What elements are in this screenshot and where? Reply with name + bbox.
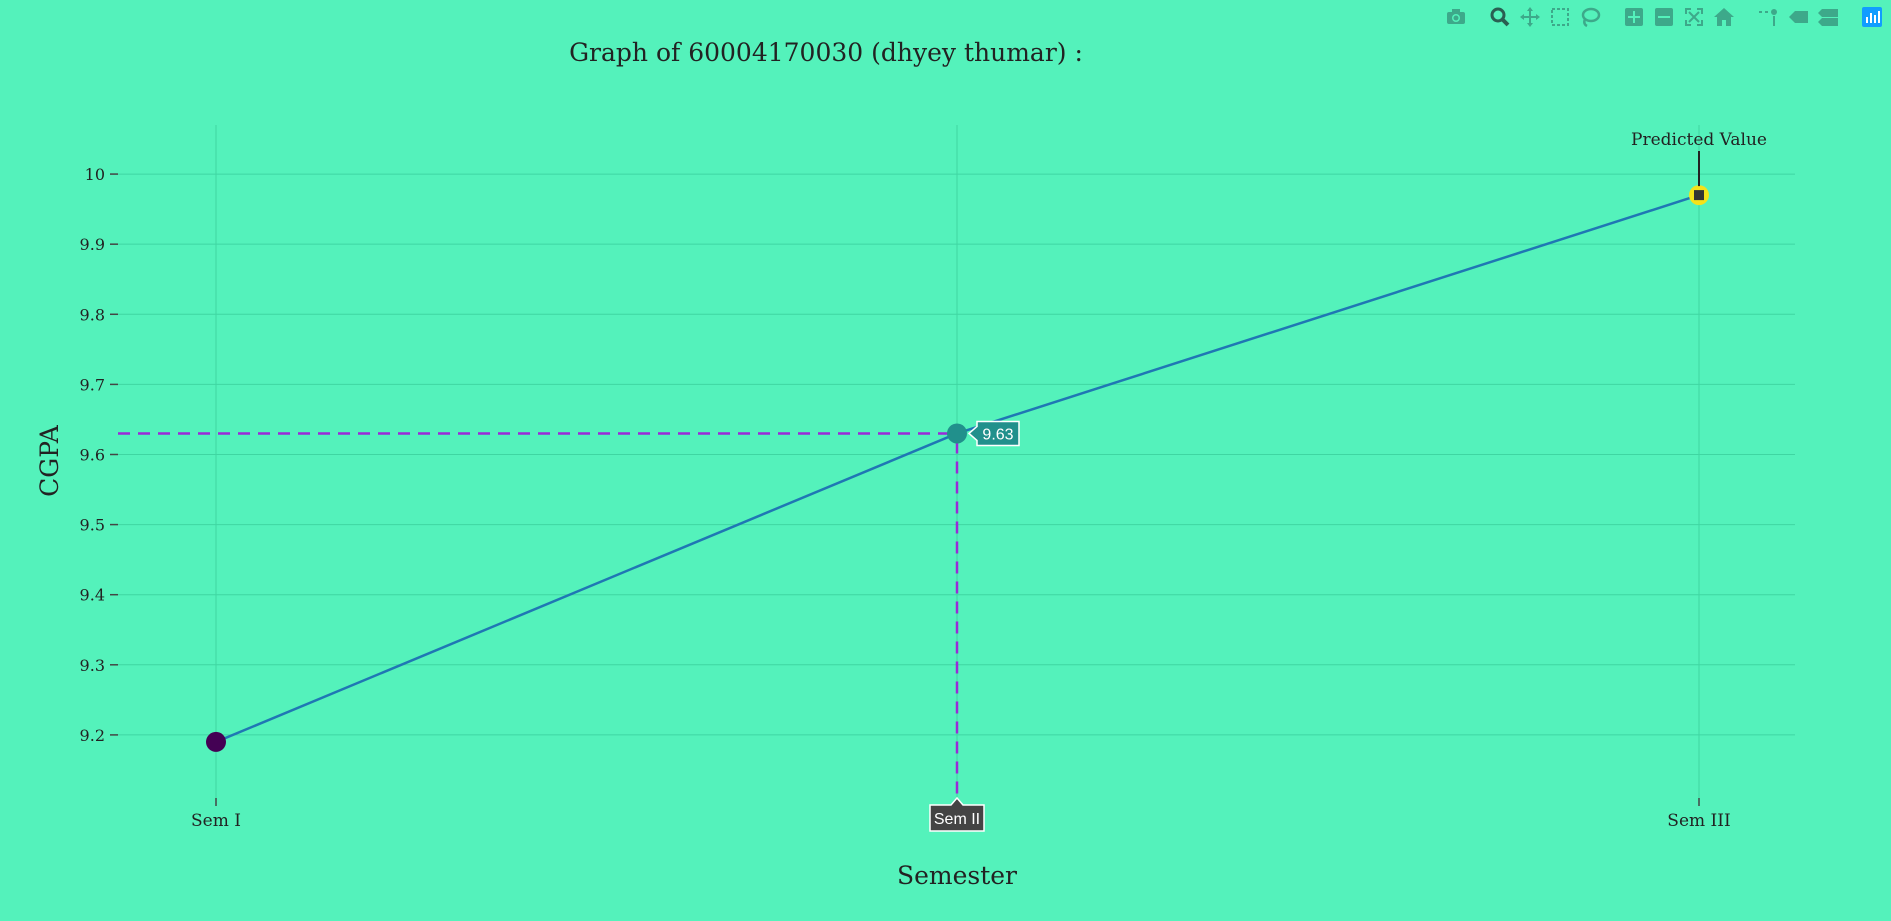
hover-closest-icon [1789,11,1808,23]
zoom-icon [1490,7,1510,27]
spike-lines-icon [1759,9,1777,26]
y-tick-label: 9.4 [80,586,105,605]
x-axis-title: Semester [897,861,1017,890]
lasso-select-icon [1581,7,1601,28]
modebar-group [1443,6,1469,28]
hover-compare-icon [1818,9,1838,26]
hover-y-value: 9.63 [982,426,1013,443]
zoom-out-icon [1655,8,1673,26]
data-point-marker[interactable] [206,731,226,752]
y-tick-label: 9.7 [80,375,105,394]
zoom-button[interactable] [1487,6,1513,28]
plotly-logo-button[interactable] [1859,6,1885,28]
plotly-logo-icon [1862,7,1882,27]
modebar-toolbar [1429,6,1885,28]
autoscale-button[interactable] [1681,6,1707,28]
zoom-in-button[interactable] [1621,6,1647,28]
hover-x-value: Sem II [934,811,980,828]
annotations: Predicted Value [1631,130,1767,187]
x-tick-label: Sem I [191,811,241,831]
autoscale-icon [1685,8,1703,26]
y-tick-label: 9.8 [80,305,105,324]
box-select-icon [1551,8,1569,26]
y-tick-label: 9.3 [80,656,105,675]
modebar-group [1859,6,1885,28]
lasso-select-button[interactable] [1577,6,1603,28]
modebar-group [1487,6,1603,28]
y-tick-label: 9.6 [80,445,105,464]
pan-button[interactable] [1517,6,1543,28]
hover-closest-button[interactable] [1785,6,1811,28]
y-tick-label: 10 [85,165,105,184]
data-point-marker[interactable] [947,423,967,444]
y-tick-label: 9.2 [80,726,105,745]
hover-spike-lines [118,432,959,800]
plot-container: 9.2 9.3 9.4 9.5 9.6 9.7 9.8 9.9 10 Sem I Sem III P… [0,0,1891,921]
y-axis-title: CGPA [35,424,64,497]
zoom-out-button[interactable] [1651,6,1677,28]
chart-canvas[interactable]: 9.2 9.3 9.4 9.5 9.6 9.7 9.8 9.9 10 Sem I Sem III P… [0,0,1891,921]
zoom-in-icon [1625,8,1643,26]
camera-icon [1447,9,1465,24]
box-select-button[interactable] [1547,6,1573,28]
modebar-group [1755,6,1841,28]
chart-title: Graph of 60004170030 (dhyey thumar) : [569,38,1083,67]
modebar-group [1621,6,1737,28]
annotation-predicted-value: Predicted Value [1631,130,1767,150]
x-tick-label: Sem III [1667,811,1730,831]
hover-compare-button[interactable] [1815,6,1841,28]
y-tick-label: 9.9 [80,235,105,254]
y-tick-label: 9.5 [80,516,105,535]
predicted-point-square [1694,190,1704,201]
pan-icon [1520,7,1540,27]
home-button[interactable] [1711,6,1737,28]
camera-button[interactable] [1443,6,1469,28]
hover-labels: 9.63 Sem II [929,420,1020,832]
spike-lines-button[interactable] [1755,6,1781,28]
home-icon [1714,8,1734,26]
